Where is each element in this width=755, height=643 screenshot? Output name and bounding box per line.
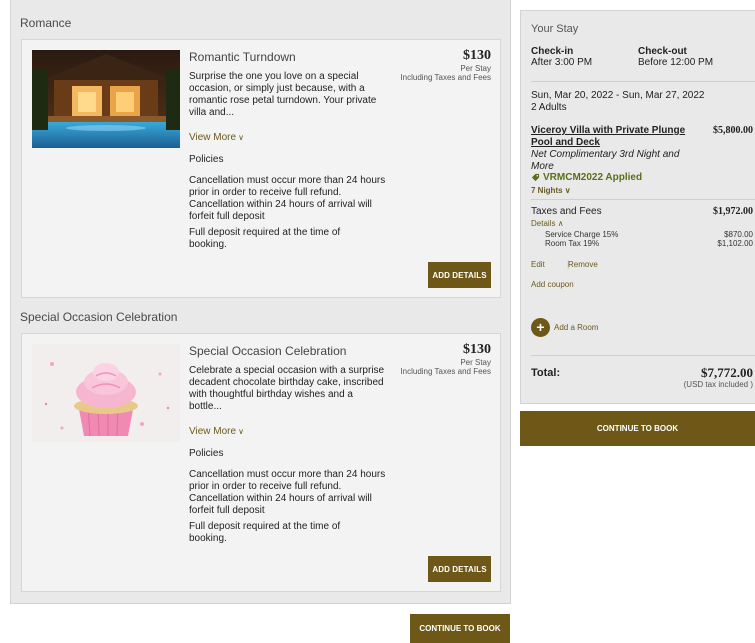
promo-code-text: VRMCM2022 Applied xyxy=(543,172,643,183)
romantic-turndown-image xyxy=(32,50,180,148)
fee-name: Room Tax 19% xyxy=(545,239,600,248)
guest-count: 2 Adults xyxy=(531,102,567,113)
tag-icon xyxy=(531,173,540,182)
room-price: $5,800.00 xyxy=(713,125,753,136)
fee-row: Service Charge 15% $870.00 xyxy=(545,230,753,239)
package-description: Celebrate a special occasion with a surp… xyxy=(189,365,385,412)
cupcake-image xyxy=(32,344,180,442)
checkin-block: Check-in After 3:00 PM xyxy=(531,46,592,68)
taxes-label: Taxes and Fees xyxy=(531,206,602,217)
package-price: $130 xyxy=(463,342,491,357)
room-name-link[interactable]: Viceroy Villa with Private Plunge Pool a… xyxy=(531,125,691,149)
checkout-value: Before 12:00 PM xyxy=(638,57,714,68)
details-toggle[interactable]: Details ∧ xyxy=(531,219,564,228)
price-tax-note: Including Taxes and Fees xyxy=(400,367,491,376)
price-unit: Per Stay xyxy=(460,358,491,367)
package-card-romantic-turndown: Romantic Turndown $130 Per Stay Includin… xyxy=(21,39,501,298)
package-title: Special Occasion Celebration xyxy=(189,344,347,358)
promo-applied: VRMCM2022 Applied xyxy=(531,172,642,183)
package-title: Romantic Turndown xyxy=(189,50,296,64)
view-more-link[interactable]: View More ∨ xyxy=(189,132,244,143)
package-price-block: $130 Per Stay Including Taxes and Fees xyxy=(400,342,491,376)
offer-name: Net Complimentary 3rd Night and More xyxy=(531,149,680,172)
package-price-block: $130 Per Stay Including Taxes and Fees xyxy=(400,48,491,82)
divider xyxy=(531,355,755,356)
package-description: Surprise the one you love on a special o… xyxy=(189,71,377,118)
chevron-down-icon: ∨ xyxy=(238,133,244,142)
view-more-link[interactable]: View More ∨ xyxy=(189,426,244,437)
fee-row: Room Tax 19% $1,102.00 xyxy=(545,239,753,248)
add-room-label: Add a Room xyxy=(554,323,599,332)
fee-name: Service Charge 15% xyxy=(545,230,619,239)
your-stay-title: Your Stay xyxy=(531,23,579,35)
add-details-button[interactable]: ADD DETAILS xyxy=(428,262,491,288)
policies-label: Policies xyxy=(189,154,224,165)
add-details-button[interactable]: ADD DETAILS xyxy=(428,556,491,582)
cancellation-policy: Cancellation must occur more than 24 hou… xyxy=(189,469,386,516)
your-stay-panel: Your Stay Check-in After 3:00 PM Check-o… xyxy=(520,10,755,404)
section-heading-romance: Romance xyxy=(20,16,72,30)
section-heading-special-occasion: Special Occasion Celebration xyxy=(20,310,178,324)
chevron-down-icon: ∨ xyxy=(238,427,244,436)
packages-panel: Romance Romantic Turndown $130 Per Stay … xyxy=(10,0,511,604)
nights-label: 7 Nights xyxy=(531,186,563,195)
checkout-block: Check-out Before 12:00 PM xyxy=(638,46,713,68)
fee-amount: $1,102.00 xyxy=(717,239,753,248)
fee-amount: $870.00 xyxy=(724,230,753,239)
divider xyxy=(531,81,755,82)
deposit-policy: Full deposit required at the time of boo… xyxy=(189,521,341,544)
policies-label: Policies xyxy=(189,448,224,459)
details-label: Details xyxy=(531,219,556,228)
add-coupon-link[interactable]: Add coupon xyxy=(531,280,574,289)
total-label: Total: xyxy=(531,367,561,379)
checkin-label: Check-in xyxy=(531,46,574,57)
checkin-value: After 3:00 PM xyxy=(531,57,593,68)
divider xyxy=(531,199,755,200)
plus-icon: + xyxy=(531,318,550,337)
taxes-value: $1,972.00 xyxy=(713,206,753,217)
continue-to-book-button[interactable]: CONTINUE TO BOOK xyxy=(410,614,510,643)
edit-link[interactable]: Edit xyxy=(531,260,545,269)
total-value: $7,772.00 xyxy=(701,365,753,380)
total-tax-note: (USD tax included ) xyxy=(683,380,753,389)
deposit-policy: Full deposit required at the time of boo… xyxy=(189,227,341,250)
stay-dates: Sun, Mar 20, 2022 - Sun, Mar 27, 2022 xyxy=(531,90,705,101)
view-more-label: View More xyxy=(189,426,237,437)
add-room-button[interactable]: + Add a Room xyxy=(531,318,598,337)
chevron-down-icon: ∨ xyxy=(564,186,571,195)
cancellation-policy: Cancellation must occur more than 24 hou… xyxy=(189,175,386,222)
price-unit: Per Stay xyxy=(460,64,491,73)
checkout-label: Check-out xyxy=(638,46,687,57)
continue-to-book-button-sidebar[interactable]: CONTINUE TO BOOK xyxy=(520,411,755,446)
price-tax-note: Including Taxes and Fees xyxy=(400,73,491,82)
remove-link[interactable]: Remove xyxy=(568,260,598,269)
nights-toggle[interactable]: 7 Nights ∨ xyxy=(531,186,571,195)
view-more-label: View More xyxy=(189,132,237,143)
package-price: $130 xyxy=(463,48,491,63)
chevron-up-icon: ∧ xyxy=(557,219,564,228)
package-card-special-occasion: Special Occasion Celebration $130 Per St… xyxy=(21,333,501,592)
